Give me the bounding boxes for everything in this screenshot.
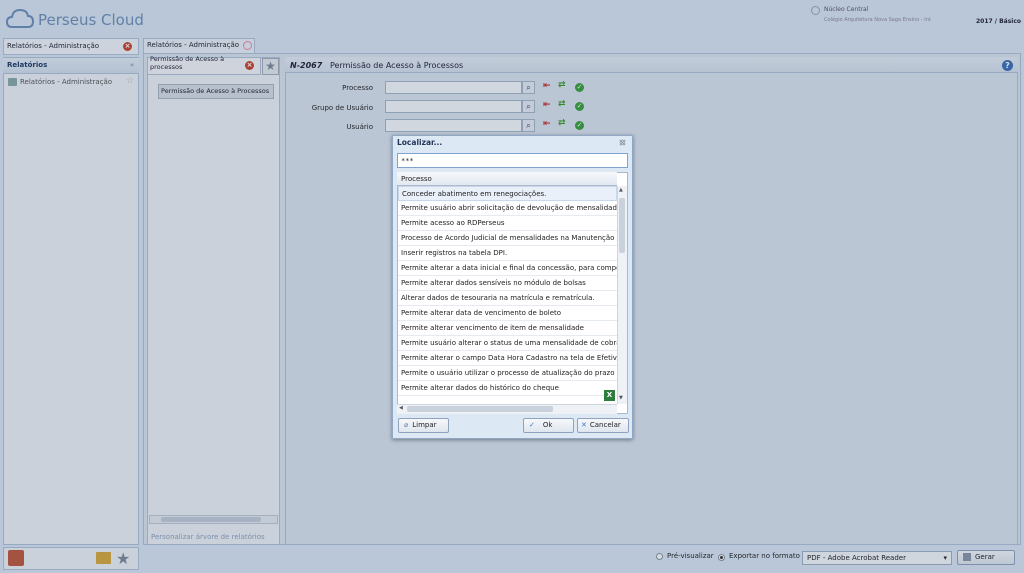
- cancel-button[interactable]: ✕ Cancelar: [577, 418, 629, 433]
- grid-rows: Conceder abatimento em renegociações. Pe…: [398, 186, 617, 404]
- list-item[interactable]: Permite alterar o campo Data Hora Cadast…: [398, 351, 617, 366]
- list-item[interactable]: Permite alterar dados sensíveis no módul…: [398, 276, 617, 291]
- list-item[interactable]: Permite alterar data de vencimento de bo…: [398, 306, 617, 321]
- list-item[interactable]: Permite alterar vencimento de item de me…: [398, 321, 617, 336]
- list-item[interactable]: Permite o usuário utilizar o processo de…: [398, 366, 617, 381]
- cancel-x-icon: ✕: [581, 421, 587, 429]
- list-item[interactable]: Conceder abatimento em renegociações.: [398, 186, 617, 201]
- list-item[interactable]: Processo de Acordo Judicial de mensalida…: [398, 231, 617, 246]
- list-item[interactable]: Alterar dados de tesouraria na matrícula…: [398, 291, 617, 306]
- list-item[interactable]: Permite acesso ao RDPerseus: [398, 216, 617, 231]
- list-item[interactable]: Inserir registros na tabela DPI.: [398, 246, 617, 261]
- scroll-up-arrow-icon[interactable]: ▲: [619, 187, 623, 193]
- grid-column-processo: Processo: [401, 175, 432, 183]
- cancel-label: Cancelar: [589, 421, 621, 429]
- scroll-left-arrow-icon[interactable]: ◀: [399, 405, 403, 411]
- paperclip-icon: ⌀: [404, 421, 409, 429]
- dialog-title: Localizar...: [397, 138, 443, 147]
- list-item[interactable]: Permite usuário abrir solicitação de dev…: [398, 201, 617, 216]
- grid-vertical-thumb[interactable]: [619, 198, 625, 253]
- list-item[interactable]: Permite alterar a data inicial e final d…: [398, 261, 617, 276]
- find-search-input[interactable]: [397, 153, 628, 168]
- scroll-down-arrow-icon[interactable]: ▼: [619, 395, 623, 401]
- checkmark-icon: ✓: [529, 421, 535, 429]
- list-item[interactable]: Permite usuário alterar o status de uma …: [398, 336, 617, 351]
- excel-export-icon[interactable]: X: [604, 390, 615, 401]
- clear-label: Limpar: [412, 421, 437, 429]
- grid-horizontal-thumb[interactable]: [407, 406, 553, 412]
- clear-button[interactable]: ⌀ Limpar: [398, 418, 449, 433]
- ok-button[interactable]: ✓ Ok: [523, 418, 574, 433]
- ok-label: Ok: [542, 421, 553, 429]
- list-item[interactable]: Permite alterar dados do histórico do ch…: [398, 381, 617, 396]
- close-icon[interactable]: ⊠: [619, 138, 626, 147]
